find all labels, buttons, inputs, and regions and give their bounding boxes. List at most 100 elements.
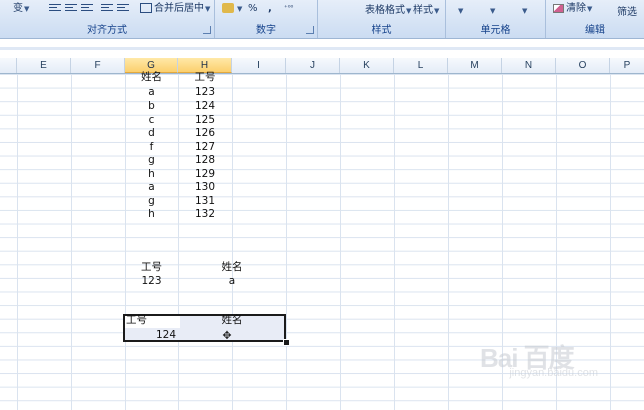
align-left-icon [49,3,61,13]
dialog-launcher-icon[interactable] [306,26,314,34]
wrap-text-button[interactable]: 变▼ [10,0,32,15]
grid-line [286,74,287,410]
grid-line [394,74,395,410]
cell-styles-button[interactable]: 样式▼ [410,2,442,17]
table1-cell-name[interactable]: b [125,100,178,113]
table1-cell-name[interactable]: d [125,127,178,140]
lookup2-header-id[interactable]: 工号 [126,314,147,327]
lookup1-header-id[interactable]: 工号 [125,261,178,274]
table1-cell-id[interactable]: 129 [178,168,232,181]
grid-line [71,74,72,410]
cell-style-label: 样式 [413,5,433,16]
merge-center-button[interactable]: 合并后居中▼ [137,0,213,15]
watermark-logo: Bai 百度 [480,343,575,373]
table1-cell-name[interactable]: a [125,86,178,99]
chevron-down-icon: ▼ [205,5,211,13]
table-format-label: 表格格式 [365,5,405,16]
column-header-p[interactable]: P [610,58,644,73]
table1-cell-id[interactable]: 126 [178,127,232,140]
column-headers: E F G H I J K L M N O P [0,58,644,74]
table1-header-id[interactable]: 工号 [178,71,232,84]
grid-line [502,74,503,410]
table1-cell-name[interactable]: h [125,168,178,181]
column-header-n[interactable]: N [502,58,556,73]
chevron-down-icon: ▼ [434,7,440,15]
eraser-icon [553,3,564,13]
ribbon-group-title-styles: 样式 [371,25,392,36]
align-center-icon [65,3,77,13]
column-header-f[interactable]: F [71,58,125,73]
table1-cell-name[interactable]: h [125,208,178,221]
merge-cells-icon [140,3,152,13]
table1-header-name[interactable]: 姓名 [125,71,178,84]
decrease-indent-icon [101,3,113,13]
ribbon-group-title-editing: 编辑 [585,25,605,36]
row-header-corner[interactable] [0,58,17,73]
grid-line [340,74,341,410]
table1-cell-name[interactable]: f [125,141,178,154]
table1-cell-name[interactable]: g [125,154,178,167]
format-as-table-button[interactable]: 表格格式▼ [362,2,414,17]
lookup1-header-name[interactable]: 姓名 [205,261,259,274]
comma-style-button[interactable]: , [265,0,275,15]
chevron-down-icon: ▼ [587,5,593,13]
chevron-down-icon: ▼ [490,7,496,15]
sort-filter-button[interactable]: 筛选 [614,4,640,19]
lookup1-name-value[interactable]: a [205,275,259,288]
watermark-url: jingyan.baidu.com [509,367,598,379]
lookup2-header-name[interactable]: 姓名 [205,314,259,327]
percent-style-button[interactable]: % [245,0,261,15]
table1-cell-id[interactable]: 128 [178,154,232,167]
table1-cell-name[interactable]: g [125,195,178,208]
column-header-e[interactable]: E [17,58,71,73]
chevron-down-icon: ▼ [24,5,30,13]
grid-line [556,74,557,410]
table1-cell-id[interactable]: 123 [178,86,232,99]
increase-indent-button[interactable] [114,0,134,15]
ribbon-group-title-number: 数字 [256,25,276,36]
ribbon-group-cells: ▼ ▼ ▼ 单元格 [446,0,546,38]
ribbon-group-editing: 清除▼ 筛选 编辑 [546,0,644,38]
grid-line [232,74,233,410]
column-header-m[interactable]: M [448,58,502,73]
insert-cells-button[interactable]: ▼ [454,2,466,17]
column-header-l[interactable]: L [394,58,448,73]
table1-cell-name[interactable]: c [125,114,178,127]
column-header-o[interactable]: O [556,58,610,73]
ribbon-group-number: ▼ % , ⁺⁰⁰ 数字 [215,0,318,38]
worksheet-grid[interactable]: 姓名 工号 a 123 b 124 c 125 d 126 f 127 g 12… [0,71,644,410]
table1-cell-id[interactable]: 131 [178,195,232,208]
ribbon-group-styles: 表格格式▼ 样式▼ 样式 [318,0,446,38]
ribbon-group-alignment: 变▼ 合并后居中▼ 对齐方式 [0,0,215,38]
table1-cell-id[interactable]: 125 [178,114,232,127]
column-header-j[interactable]: J [286,58,340,73]
dialog-launcher-icon[interactable] [203,26,211,34]
lookup1-id-value[interactable]: 123 [125,275,178,288]
ribbon: 变▼ 合并后居中▼ 对齐方式 ▼ % , ⁺⁰⁰ 数字 表格格式▼ 样式▼ 样式… [0,0,644,39]
increase-decimal-button[interactable]: ⁺⁰⁰ [281,0,296,15]
table1-cell-id[interactable]: 127 [178,141,232,154]
table1-cell-id[interactable]: 130 [178,181,232,194]
lookup2-id-value[interactable]: 124 [125,329,176,342]
table1-cell-id[interactable]: 124 [178,100,232,113]
column-header-i[interactable]: I [232,58,286,73]
chevron-down-icon: ▼ [458,7,464,15]
accounting-format-button[interactable]: ▼ [219,0,245,15]
column-header-k[interactable]: K [340,58,394,73]
table1-cell-id[interactable]: 132 [178,208,232,221]
format-cells-button[interactable]: ▼ [518,2,530,17]
increase-indent-icon [117,3,129,13]
chevron-down-icon: ▼ [522,7,528,15]
grid-line [448,74,449,410]
clear-label: 清除 [566,3,586,14]
delete-cells-button[interactable]: ▼ [486,2,498,17]
ribbon-divider [0,47,644,50]
table1-cell-name[interactable]: a [125,181,178,194]
align-right-button[interactable] [78,0,98,15]
fill-handle[interactable] [283,339,290,346]
formula-bar-area [0,39,644,59]
baidu-watermark: Bai 百度 jingyan.baidu.com [480,332,608,392]
clear-button[interactable]: 清除▼ [550,0,595,15]
merge-center-label: 合并后居中 [154,3,204,14]
align-right-icon [81,3,93,13]
